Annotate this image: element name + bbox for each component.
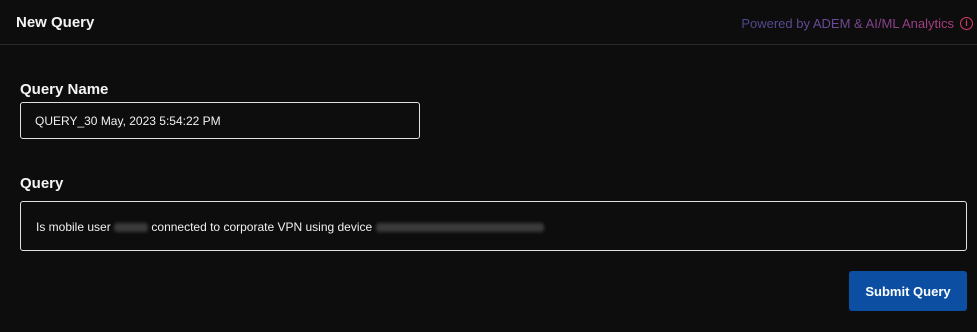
- query-name-label: Query Name: [20, 81, 109, 98]
- query-name-input[interactable]: [20, 102, 420, 139]
- page-header: New Query Powered by ADEM & AI/ML Analyt…: [0, 0, 977, 45]
- powered-by-banner: Powered by ADEM & AI/ML Analytics i: [741, 16, 973, 31]
- query-text-part1: Is mobile user: [36, 220, 111, 234]
- query-textarea[interactable]: Is mobile user connected to corporate VP…: [20, 201, 967, 251]
- info-icon[interactable]: i: [960, 17, 973, 30]
- query-label: Query: [20, 175, 64, 192]
- redacted-device: [375, 223, 544, 233]
- redacted-username: [114, 223, 149, 233]
- powered-by-text: Powered by ADEM & AI/ML Analytics: [741, 16, 954, 31]
- page-title: New Query: [16, 14, 95, 31]
- submit-query-button[interactable]: Submit Query: [849, 271, 967, 311]
- query-text-part2: connected to corporate VPN using device: [151, 220, 373, 234]
